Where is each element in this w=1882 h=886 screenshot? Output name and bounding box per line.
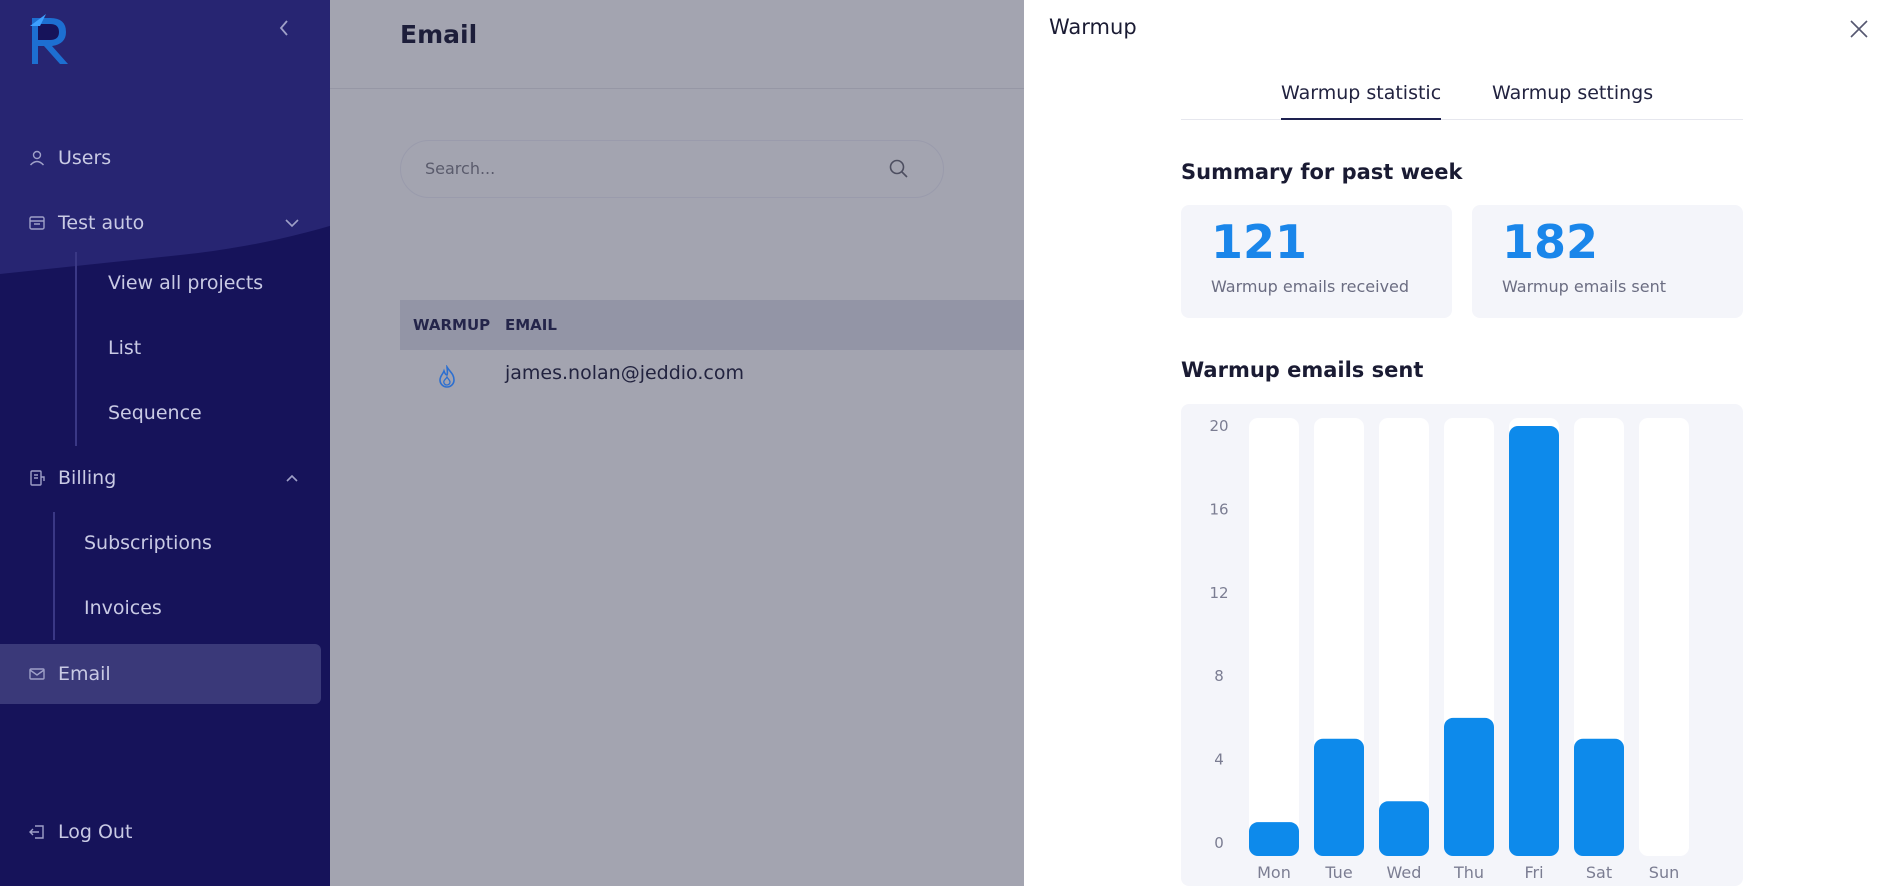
sidebar: Users Test auto View all projects List S… [0, 0, 330, 886]
active-highlight [0, 644, 321, 704]
main-content: Email Search... WARMUP EMAIL james.nolan… [330, 0, 1024, 886]
bar-fri[interactable] [1509, 426, 1559, 856]
chart-title: Warmup emails sent [1181, 358, 1424, 382]
sidebar-item-label: Log Out [58, 821, 133, 843]
x-tick-label: Sat [1586, 863, 1612, 882]
y-tick-label: 12 [1209, 584, 1228, 602]
sidebar-subitem-list[interactable]: List [108, 320, 141, 376]
flame-icon[interactable] [436, 365, 458, 389]
sidebar-item-label: Email [58, 663, 111, 685]
sidebar-item-label: Billing [58, 467, 117, 489]
search-input[interactable]: Search... [400, 140, 944, 198]
stat-value: 182 [1502, 215, 1599, 269]
page-title: Email [400, 20, 478, 49]
sidebar-item-email[interactable]: Email [0, 644, 330, 704]
bar-track [1639, 418, 1689, 856]
sidebar-subitem-invoices[interactable]: Invoices [84, 580, 162, 636]
billing-icon [27, 468, 47, 488]
stat-caption: Warmup emails sent [1502, 277, 1667, 296]
x-tick-label: Mon [1257, 863, 1291, 882]
tab-warmup-statistic[interactable]: Warmup statistic [1281, 82, 1442, 120]
sidebar-item-users[interactable]: Users [0, 130, 330, 186]
warmup-drawer: Warmup Warmup statistic Warmup settings … [1024, 0, 1882, 886]
bar-tue[interactable] [1314, 738, 1364, 856]
bar-track [1249, 418, 1299, 856]
x-tick-label: Tue [1324, 863, 1352, 882]
sidebar-item-billing[interactable]: Billing [0, 450, 330, 506]
sidebar-subitem-subscriptions[interactable]: Subscriptions [84, 515, 212, 571]
tab-bar: Warmup statistic Warmup settings [1181, 76, 1743, 120]
summary-title: Summary for past week [1181, 160, 1463, 184]
bar-chart: 0 4 8 12 16 20 Mon Tue Wed Thu Fri Sat Sun [1181, 404, 1743, 886]
y-tick-label: 8 [1214, 667, 1224, 685]
chevron-down-icon[interactable] [282, 213, 302, 233]
logout-icon [27, 822, 47, 842]
sidebar-item-test-auto[interactable]: Test auto [0, 195, 330, 251]
tab-warmup-settings[interactable]: Warmup settings [1492, 82, 1653, 120]
stat-card-received: 121 Warmup emails received [1181, 205, 1452, 318]
x-tick-label: Thu [1453, 863, 1484, 882]
stat-card-sent: 182 Warmup emails sent [1472, 205, 1743, 318]
bar-track [1379, 418, 1429, 856]
y-tick-label: 16 [1209, 500, 1228, 518]
stat-caption: Warmup emails received [1211, 277, 1410, 296]
close-icon[interactable] [1848, 18, 1870, 40]
table-cell-email[interactable]: james.nolan@jeddio.com [505, 362, 744, 384]
sidebar-subitem-sequence[interactable]: Sequence [108, 385, 202, 441]
bar-thu[interactable] [1444, 717, 1494, 856]
chevron-left-icon [279, 20, 288, 36]
sidebar-item-label: Test auto [58, 212, 145, 234]
submenu-line [53, 512, 55, 640]
user-icon [27, 148, 47, 168]
sidebar-item-label: Users [58, 147, 112, 169]
y-tick-label: 4 [1214, 751, 1224, 769]
bar-mon[interactable] [1249, 822, 1299, 856]
x-tick-label: Sun [1649, 863, 1679, 882]
sidebar-item-logout[interactable]: Log Out [0, 804, 330, 860]
stat-value: 121 [1211, 215, 1308, 269]
drawer-title: Warmup [1049, 15, 1137, 39]
column-header-warmup[interactable]: WARMUP [413, 316, 490, 334]
y-tick-label: 0 [1214, 834, 1224, 852]
mail-icon [27, 664, 47, 684]
submenu-line [75, 252, 77, 446]
y-tick-label: 20 [1209, 417, 1228, 435]
x-tick-label: Wed [1387, 863, 1422, 882]
collapse-sidebar-button[interactable] [272, 16, 296, 40]
column-header-email[interactable]: EMAIL [505, 316, 557, 334]
sidebar-subitem-view-all-projects[interactable]: View all projects [108, 255, 263, 311]
bar-sat[interactable] [1574, 738, 1624, 856]
table-header: WARMUP EMAIL [400, 300, 1024, 350]
chart-canvas: 0 4 8 12 16 20 Mon Tue Wed Thu Fri Sat Sun [1209, 417, 1689, 882]
chevron-up-icon[interactable] [282, 468, 302, 488]
folder-icon [27, 213, 47, 233]
search-icon[interactable] [887, 157, 911, 181]
header-divider [330, 88, 1024, 89]
bar-wed[interactable] [1379, 801, 1429, 856]
x-tick-label: Fri [1524, 863, 1543, 882]
logo-icon[interactable] [26, 12, 74, 66]
search-placeholder: Search... [425, 159, 496, 178]
